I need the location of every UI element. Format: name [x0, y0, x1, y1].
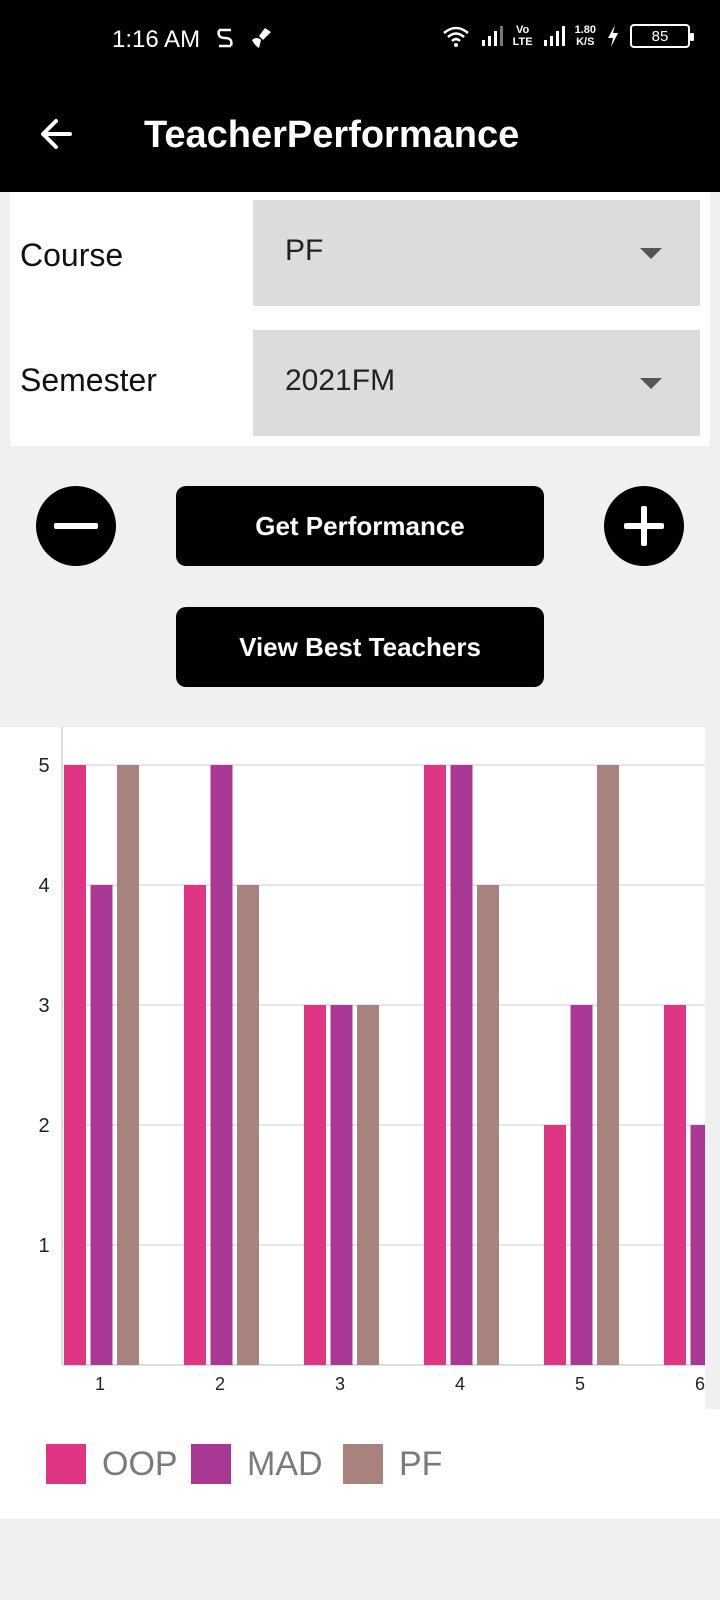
course-label: Course: [20, 237, 124, 273]
signal-icon-2: [543, 26, 565, 46]
y-tick-label: 1: [38, 1235, 49, 1257]
y-tick-label: 2: [38, 1115, 49, 1137]
semester-select-value: 2021FM: [285, 364, 396, 397]
status-bar: 1:16 AM Vo LTE 1.80 K/S 85: [0, 0, 720, 80]
legend-swatch-mad: [191, 1444, 231, 1484]
network-speed-unit: K/S: [576, 36, 595, 48]
battery-tip: [690, 33, 694, 41]
get-performance-button[interactable]: Get Performance: [176, 486, 544, 566]
legend-label-pf: PF: [399, 1444, 443, 1483]
zoom-in-button[interactable]: [604, 486, 684, 566]
x-tick-label: 6: [695, 1374, 705, 1394]
notification-app-icon: [217, 28, 233, 48]
x-tick-label: 1: [95, 1374, 105, 1394]
bar-pf-4: [477, 885, 499, 1365]
bar-mad-1: [90, 885, 113, 1365]
y-tick-label: 5: [38, 755, 49, 777]
charging-icon: [608, 25, 618, 47]
bar-pf-1: [117, 765, 139, 1365]
x-tick-label: 4: [455, 1374, 465, 1394]
bar-pf-3: [357, 1005, 379, 1365]
bar-oop-5: [544, 1125, 566, 1365]
semester-label: Semester: [20, 362, 157, 398]
x-tick-label: 5: [575, 1374, 585, 1394]
back-arrow-icon[interactable]: [36, 114, 76, 154]
y-tick-label: 4: [38, 875, 49, 897]
dropdown-arrow-icon: [640, 378, 662, 389]
legend-label-mad: MAD: [247, 1444, 323, 1483]
legend-label-oop: OOP: [102, 1444, 178, 1483]
course-select[interactable]: PF: [253, 200, 700, 306]
bar-oop-6: [664, 1005, 686, 1365]
network-speed: 1.80 K/S: [575, 24, 596, 48]
y-tick-label: 3: [38, 995, 49, 1017]
bar-mad-5: [570, 1005, 593, 1365]
chart-legend: OOP MAD PF: [0, 1409, 720, 1519]
bar-pf-2: [237, 885, 259, 1365]
battery-icon: 85: [630, 24, 694, 48]
legend-item-mad: MAD: [191, 1444, 323, 1484]
page-title: TeacherPerformance: [144, 114, 520, 156]
legend-swatch-oop: [46, 1444, 86, 1484]
bar-oop-2: [184, 885, 206, 1365]
cleaner-icon: [252, 28, 271, 48]
x-tick-label: 2: [215, 1374, 225, 1394]
course-select-value: PF: [285, 234, 324, 267]
bar-oop-3: [304, 1005, 326, 1365]
bar-mad-2: [210, 765, 233, 1365]
filter-form: Course PF Semester 2021FM: [10, 192, 710, 446]
network-speed-value: 1.80: [574, 24, 596, 36]
minus-icon: [54, 523, 98, 529]
x-tick-label: 3: [335, 1374, 345, 1394]
bar-mad-6: [690, 1125, 705, 1365]
volte-indicator: Vo LTE: [513, 24, 533, 48]
battery-level: 85: [651, 27, 669, 45]
bar-chart: 1 2 3 4 5 1 2 3 4 5 6: [38, 727, 705, 1394]
wifi-icon: [442, 26, 469, 47]
bar-mad-4: [450, 765, 473, 1365]
legend-item-pf: PF: [343, 1444, 442, 1484]
zoom-out-button[interactable]: [36, 486, 116, 566]
status-time: 1:16 AM: [112, 26, 201, 53]
performance-chart[interactable]: 1 2 3 4 5 1 2 3 4 5 6: [0, 727, 705, 1409]
legend-item-oop: OOP: [46, 1444, 178, 1484]
semester-select[interactable]: 2021FM: [253, 330, 700, 436]
plus-icon-vertical: [641, 506, 647, 546]
volte-bottom: LTE: [512, 36, 533, 48]
bar-mad-3: [330, 1005, 353, 1365]
signal-icon: [481, 26, 503, 46]
bar-pf-5: [597, 765, 619, 1365]
bar-oop-1: [64, 765, 86, 1365]
volte-top: Vo: [515, 24, 530, 36]
view-best-teachers-button[interactable]: View Best Teachers: [176, 607, 544, 687]
app-bar: TeacherPerformance: [0, 80, 720, 192]
status-system-icons: Vo LTE 1.80 K/S 85: [441, 24, 694, 48]
status-notification-icons: [215, 26, 275, 50]
legend-swatch-pf: [343, 1444, 383, 1484]
bar-oop-4: [424, 765, 446, 1365]
dropdown-arrow-icon: [640, 248, 662, 259]
